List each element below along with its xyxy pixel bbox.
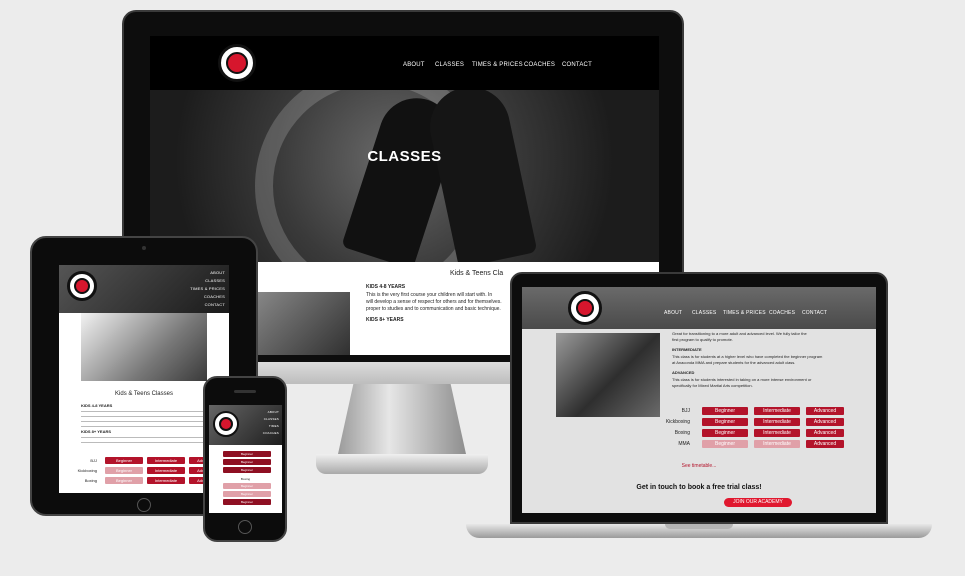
tablet-header: ABOUT CLASSES TIMES & PRICES COACHES CON… bbox=[59, 265, 229, 313]
desktop-navbar: ABOUT CLASSES TIMES & PRICES COACHES CON… bbox=[150, 36, 659, 90]
tablet-class-photo bbox=[81, 313, 207, 381]
kids-text-line: will develop a sense of respect for othe… bbox=[366, 299, 502, 305]
nav-times-prices[interactable]: TIMES & PRICES bbox=[472, 62, 523, 68]
join-academy-button[interactable]: JOIN OUR ACADEMY bbox=[724, 498, 792, 507]
tablet-nav-item[interactable]: CONTACT bbox=[169, 301, 225, 309]
page-title: CLASSES bbox=[367, 148, 442, 165]
snake-logo-icon bbox=[576, 299, 594, 317]
brand-logo[interactable] bbox=[568, 291, 602, 325]
tablet-class-button[interactable]: Intermediate bbox=[147, 457, 185, 464]
tablet-nav-item[interactable]: COACHES bbox=[169, 293, 225, 301]
kids2-heading: KIDS 8+ YEARS bbox=[366, 317, 404, 323]
tablet-row-label: Kickboxing bbox=[77, 468, 97, 473]
laptop-row-label: Kickboxing bbox=[665, 419, 690, 425]
phone-class-button[interactable]: Beginner bbox=[223, 467, 271, 473]
phone-class-button[interactable]: Beginner bbox=[223, 459, 271, 465]
intermediate-heading: INTERMEDIATE bbox=[672, 347, 702, 352]
laptop-notch bbox=[665, 524, 733, 529]
class-button[interactable]: Intermediate bbox=[754, 418, 800, 426]
phone-nav-item[interactable]: TIMES bbox=[249, 423, 279, 430]
tablet-nav-menu: ABOUT CLASSES TIMES & PRICES COACHES CON… bbox=[169, 269, 225, 309]
laptop-text-line: first program to qualify to promote. bbox=[672, 337, 733, 342]
class-button[interactable]: Beginner bbox=[702, 418, 748, 426]
tablet-row-label: BJJ bbox=[90, 458, 97, 463]
brand-logo[interactable] bbox=[218, 44, 256, 82]
class-button[interactable]: Intermediate bbox=[754, 429, 800, 437]
section-title: Kids & Teens Cla bbox=[450, 270, 504, 277]
tablet-nav-item[interactable]: ABOUT bbox=[169, 269, 225, 277]
desktop-monitor-foot bbox=[316, 454, 488, 474]
laptop-class-photo bbox=[556, 333, 660, 417]
tablet-class-button[interactable]: Beginner bbox=[105, 467, 143, 474]
nav-about[interactable]: ABOUT bbox=[403, 62, 425, 68]
brand-logo[interactable] bbox=[67, 271, 97, 301]
phone-speaker bbox=[234, 390, 256, 393]
laptop-text-line: at Anaconda MMA and prepare students for… bbox=[672, 360, 796, 365]
laptop-row-label: Boxing bbox=[674, 430, 690, 436]
tablet-class-button[interactable]: Beginner bbox=[105, 457, 143, 464]
phone-screen: ABOUT CLASSES TIMES COACHES Beginner Beg… bbox=[209, 405, 282, 513]
class-button[interactable]: Advanced bbox=[806, 440, 844, 448]
phone-class-button[interactable]: Beginner bbox=[223, 491, 271, 497]
phone-row-label: Boxing bbox=[240, 477, 251, 481]
class-button[interactable]: Beginner bbox=[702, 440, 748, 448]
class-button[interactable]: Beginner bbox=[702, 429, 748, 437]
tablet-kids-text bbox=[81, 409, 207, 427]
nav-times-prices[interactable]: TIMES & PRICES bbox=[723, 310, 766, 316]
laptop-text-line: specifically for Mixed Martial Arts comp… bbox=[672, 383, 753, 388]
kids-text-line: This is the very first course your child… bbox=[366, 292, 493, 298]
phone-header: ABOUT CLASSES TIMES COACHES bbox=[209, 405, 282, 445]
cta-heading: Get in touch to book a free trial class! bbox=[636, 484, 762, 491]
nav-classes[interactable]: CLASSES bbox=[435, 62, 464, 68]
phone-home-button bbox=[238, 520, 252, 534]
phone-class-button[interactable]: Beginner bbox=[223, 499, 271, 505]
phone-nav-menu: ABOUT CLASSES TIMES COACHES bbox=[249, 409, 279, 437]
advanced-heading: ADVANCED bbox=[672, 370, 695, 375]
nav-classes[interactable]: CLASSES bbox=[692, 310, 716, 316]
tablet-nav-item[interactable]: CLASSES bbox=[169, 277, 225, 285]
nav-contact[interactable]: CONTACT bbox=[802, 310, 827, 316]
phone-class-button[interactable]: Beginner bbox=[223, 451, 271, 457]
phone-class-button[interactable]: Beginner bbox=[223, 483, 271, 489]
tablet-home-button bbox=[137, 498, 151, 512]
class-button[interactable]: Intermediate bbox=[754, 407, 800, 415]
laptop-row-label: MMA bbox=[678, 441, 690, 447]
tablet-class-button[interactable]: Intermediate bbox=[147, 467, 185, 474]
nav-about[interactable]: ABOUT bbox=[664, 310, 682, 316]
desktop-monitor-stand bbox=[338, 384, 466, 454]
class-button[interactable]: Advanced bbox=[806, 429, 844, 437]
brand-logo[interactable] bbox=[213, 411, 239, 437]
laptop-row-label: BJJ bbox=[681, 408, 690, 414]
tablet-nav-item[interactable]: TIMES & PRICES bbox=[169, 285, 225, 293]
laptop-screen: ABOUT CLASSES TIMES & PRICES COACHES CON… bbox=[522, 287, 876, 513]
class-button[interactable]: Intermediate bbox=[754, 440, 800, 448]
tablet-camera bbox=[142, 246, 146, 250]
kids-text-line: proper to studies and to communication a… bbox=[366, 306, 501, 312]
tablet-row-label: Boxing bbox=[84, 478, 97, 483]
class-photo bbox=[252, 292, 350, 355]
tablet-class-button[interactable]: Intermediate bbox=[147, 477, 185, 484]
snake-logo-icon bbox=[74, 278, 90, 294]
laptop-navbar: ABOUT CLASSES TIMES & PRICES COACHES CON… bbox=[522, 287, 876, 329]
nav-coaches[interactable]: COACHES bbox=[769, 310, 795, 316]
snake-logo-icon bbox=[226, 52, 248, 74]
kids-heading: KIDS 4-8 YEARS bbox=[366, 284, 406, 290]
class-button[interactable]: Advanced bbox=[806, 407, 844, 415]
phone-nav-item[interactable]: COACHES bbox=[249, 430, 279, 437]
nav-coaches[interactable]: COACHES bbox=[524, 62, 555, 68]
class-button[interactable]: Advanced bbox=[806, 418, 844, 426]
timetable-link[interactable]: See timetable... bbox=[522, 463, 876, 469]
tablet-kids2-text bbox=[81, 435, 207, 445]
phone-nav-item[interactable]: CLASSES bbox=[249, 416, 279, 423]
snake-logo-icon bbox=[219, 417, 233, 431]
phone-nav-item[interactable]: ABOUT bbox=[249, 409, 279, 416]
nav-contact[interactable]: CONTACT bbox=[562, 62, 592, 68]
tablet-class-button[interactable]: Beginner bbox=[105, 477, 143, 484]
class-button[interactable]: Beginner bbox=[702, 407, 748, 415]
